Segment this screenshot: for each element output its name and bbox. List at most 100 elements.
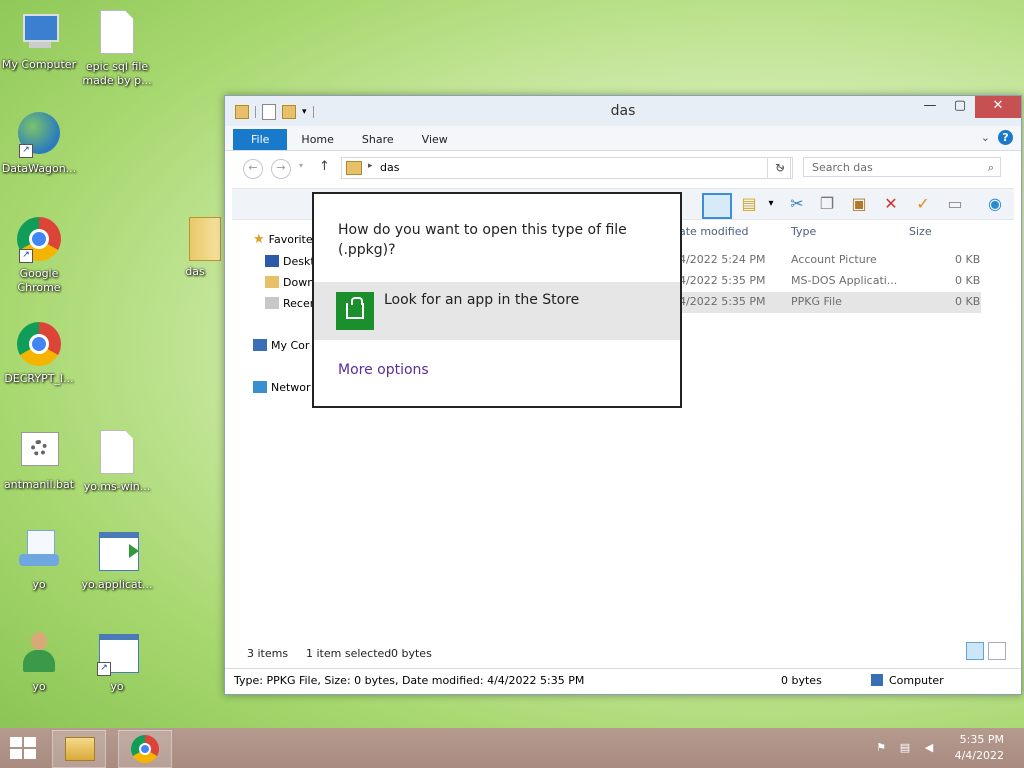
downloads-folder-icon [265,276,279,288]
chrome-icon [15,322,63,370]
large-icons-view-icon[interactable] [988,642,1006,660]
cell-date: 4/2022 5:24 PM [679,253,766,266]
search-icon: ⌕ [987,161,994,174]
clock-time: 5:35 PM [959,733,1004,746]
store-option-button[interactable]: Look for an app in the Store [314,282,680,340]
more-options-link[interactable]: More options [338,362,429,378]
address-row: ← → ▾ ↑ ▸ das ⌄ ↻ Search das ⌕ [225,151,1021,185]
cut-icon[interactable]: ✂ [786,193,808,215]
globe-icon[interactable]: ◉ [984,193,1006,215]
tab-view[interactable]: View [408,129,462,150]
copy-icon[interactable]: ❐ [816,193,838,215]
desktop-icon-label: yo.ms-win... [83,480,151,493]
desktop-icon-antmanil-bat[interactable]: antmanil.bat [0,428,78,492]
desktop-icon-label: yo [32,680,46,693]
help-icon[interactable]: ? [998,130,1013,145]
tab-home[interactable]: Home [287,129,347,150]
maximize-button[interactable]: ▢ [945,96,975,118]
details-size: 0 bytes [781,674,822,687]
address-bar[interactable]: ▸ das ⌄ [341,157,791,179]
desktop-icon-my-computer[interactable]: My Computer [0,8,78,72]
file-explorer-icon [65,737,95,761]
desktop-icon-label: antmanil.bat [3,478,75,491]
nav-item-network[interactable]: Networ [253,378,311,396]
application-window-icon [93,528,141,576]
desktop-icon-decrypt[interactable]: DECRYPT_I... [0,320,78,386]
store-option-label: Look for an app in the Store [384,292,580,308]
nav-item-recent[interactable]: Recen [265,294,317,312]
desktop-icon-yo-ms-win[interactable]: yo.ms-win... [78,428,156,494]
media-document-icon [15,528,63,576]
desktop-icon [265,255,279,267]
rename-icon[interactable]: ▭ [944,193,966,215]
taskbar: ⚑ ▤ ◀ 5:35 PM 4/4/2022 [0,728,1024,768]
tab-share[interactable]: Share [348,129,408,150]
checkmark-icon[interactable]: ✓ [912,193,934,215]
desktop-icon-yo-application[interactable]: yo.applicat... [78,528,156,592]
selection-size: 0 bytes [391,647,432,660]
details-view-icon[interactable] [966,642,984,660]
preview-pane-icon[interactable] [702,193,732,219]
nav-item-desktop[interactable]: Deskt [265,252,315,270]
column-date-modified[interactable]: ate modified [679,225,748,238]
paste-icon[interactable]: ▣ [848,193,870,215]
nav-item-label: Down [283,275,315,289]
refresh-button[interactable]: ↻ [767,157,793,179]
store-icon [336,292,374,330]
details-bar: Type: PPKG File, Size: 0 bytes, Date mod… [225,668,1021,693]
document-icon [93,430,141,478]
search-input[interactable]: Search das ⌕ [803,157,1001,177]
tab-file[interactable]: File [233,129,288,150]
document-icon [93,10,141,58]
search-placeholder: Search das [812,161,873,174]
expand-ribbon-icon[interactable]: ⌄ [981,131,990,144]
title-bar[interactable]: ▾ das — ▢ ✕ [225,96,1021,126]
table-row[interactable]: 4/2022 5:35 PM MS-DOS Applicati... 0 KB [679,271,981,292]
table-row[interactable]: 4/2022 5:24 PM Account Picture 0 KB [679,250,981,271]
recent-locations-icon[interactable]: ▾ [299,161,303,170]
status-bar: 3 items 1 item selected 0 bytes [232,642,1014,664]
computer-icon [15,8,63,56]
clock-date: 4/4/2022 [954,749,1004,762]
table-row-selected[interactable]: 4/2022 5:35 PM PPKG File 0 KB [679,292,981,313]
details-location: Computer [889,674,944,687]
desktop-icon-google-chrome[interactable]: ↗ Google Chrome [0,215,78,295]
nav-item-downloads[interactable]: Down [265,273,314,291]
back-button[interactable]: ← [243,159,263,179]
cell-size: 0 KB [955,295,981,308]
action-center-flag-icon[interactable]: ⚑ [874,741,888,755]
desktop-icon-yo-3[interactable]: ↗ yo [78,630,156,694]
column-size[interactable]: Size [909,225,932,238]
cell-type: PPKG File [791,295,842,308]
up-button[interactable]: ↑ [319,159,330,174]
volume-muted-icon[interactable]: ◀ [922,741,936,755]
computer-icon [871,674,883,686]
nav-item-my-computer[interactable]: My Cor [253,336,309,354]
forward-button[interactable]: → [271,159,291,179]
desktop-icon-label: DECRYPT_I... [4,372,74,385]
desktop-icon-sql-file[interactable]: epic sql file made by p... [78,8,156,88]
desktop-icon-label: DataWagon... [1,162,77,175]
desktop-icon-yo-1[interactable]: yo [0,528,78,592]
desktop-icon-label: yo [110,680,124,693]
delete-icon[interactable]: ✕ [880,193,902,215]
close-button[interactable]: ✕ [975,96,1021,118]
start-button[interactable] [10,737,38,761]
column-type[interactable]: Type [791,225,816,238]
window-title: das [610,103,636,119]
desktop-icon-das-folder[interactable]: das [156,215,234,279]
column-headers: ate modified Type Size [679,222,1009,242]
minimize-button[interactable]: — [915,96,945,118]
network-icon[interactable]: ▤ [898,741,912,755]
select-folder-icon[interactable]: ▤ [738,193,760,215]
batch-file-gear-icon [15,428,63,476]
details-info: Type: PPKG File, Size: 0 bytes, Date mod… [234,674,585,687]
dropdown-icon[interactable]: ▾ [760,193,782,215]
taskbar-chrome[interactable] [118,730,172,768]
taskbar-file-explorer[interactable] [52,730,106,768]
desktop-icon-yo-2[interactable]: yo [0,630,78,694]
system-clock[interactable]: 5:35 PM 4/4/2022 [955,732,1004,764]
breadcrumb[interactable]: das [380,161,399,174]
nav-item-favorites[interactable]: ★ Favorite [253,230,313,248]
desktop-icon-datawagon[interactable]: ↗ DataWagon... [0,110,78,176]
